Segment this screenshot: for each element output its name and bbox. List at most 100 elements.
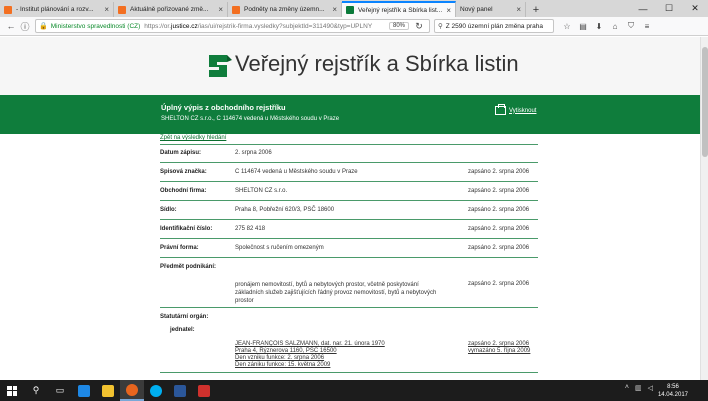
tab-aktualne[interactable]: Aktuálně pořizované změ... × xyxy=(114,2,228,17)
window-controls: — ☐ ✕ xyxy=(630,0,708,17)
page-content: Veřejný rejstřík a Sbírka listin Úplný v… xyxy=(0,37,700,380)
zoom-indicator[interactable]: 80% xyxy=(388,22,409,30)
orange-page-icon xyxy=(118,5,126,14)
close-tab-icon[interactable]: × xyxy=(104,5,109,14)
tab-verejny-rejstrik[interactable]: Veřejný rejstřík a Sbírka list... × xyxy=(342,1,456,17)
taskbar-clock[interactable]: 8:56 14.04.2017 xyxy=(658,383,688,399)
divider xyxy=(160,181,538,182)
row-label: Předmět podnikání: xyxy=(160,264,217,270)
minimize-icon[interactable]: — xyxy=(630,0,656,17)
justice-logo-icon xyxy=(346,6,354,14)
maximize-icon[interactable]: ☐ xyxy=(656,0,682,17)
info-icon[interactable]: ⓘ xyxy=(18,19,32,33)
scrollbar-thumb[interactable] xyxy=(702,47,708,157)
lock-icon: 🔒 xyxy=(39,23,48,30)
extract-title-bar: Úplný výpis z obchodního rejstříku SHELT… xyxy=(0,95,700,134)
reload-icon[interactable]: ↻ xyxy=(412,19,426,33)
predmet-line: prostor xyxy=(235,298,254,304)
print-button[interactable]: Vytisknout xyxy=(495,104,537,115)
back-icon[interactable]: ← xyxy=(4,19,18,33)
chevron-up-icon[interactable]: ˄ xyxy=(625,384,629,392)
row-stamp: zapsáno 2. srpna 2006 xyxy=(468,341,530,347)
divider xyxy=(160,219,538,220)
tab-ipr[interactable]: - Institut plánování a rozv... × xyxy=(0,2,114,17)
system-tray: ˄ ▥ ◁ xyxy=(619,384,653,392)
row-value: C 114674 vedená u Městského soudu v Praz… xyxy=(235,169,358,175)
file-explorer-icon[interactable] xyxy=(96,380,120,401)
firefox-icon[interactable] xyxy=(120,380,144,401)
jednatel-line: JEAN-FRANÇOIS SALZMANN, dat. nar. 21. ún… xyxy=(235,341,385,347)
print-label: Vytisknout xyxy=(509,107,537,114)
row-stamp: zapsáno 2. srpna 2006 xyxy=(468,245,530,251)
close-tab-icon[interactable]: × xyxy=(446,6,451,15)
tab-title: Podněty na změny územn... xyxy=(244,6,325,13)
clock-date: 14.04.2017 xyxy=(657,392,688,398)
start-button[interactable] xyxy=(0,380,24,401)
skype-icon[interactable] xyxy=(144,380,168,401)
new-tab-button[interactable]: + xyxy=(526,2,546,17)
divider xyxy=(160,238,538,239)
tab-title: Nový panel xyxy=(460,6,493,13)
row-value: Společnost s ručením omezeným xyxy=(235,245,324,251)
pocket-icon[interactable]: ⛉ xyxy=(624,19,638,33)
edge-icon[interactable] xyxy=(72,380,96,401)
back-to-results-link[interactable]: Zpět na výsledky hledání xyxy=(160,135,226,141)
row-label: Právní forma: xyxy=(160,245,199,251)
windows-taskbar: ⚲ ▭ ˄ ▥ ◁ 8:56 14.04.2017 xyxy=(0,380,708,401)
row-label: Identifikační číslo: xyxy=(160,226,213,232)
predmet-line: základních služeb zajišťujících řádný pr… xyxy=(235,290,437,296)
justice-logo-icon xyxy=(209,55,232,77)
row-value: SHELTON CZ s.r.o. xyxy=(235,188,288,194)
acrobat-icon[interactable] xyxy=(192,380,216,401)
tab-title: Aktuálně pořizované změ... xyxy=(130,6,209,13)
row-stamp: vymazáno 5. října 2009 xyxy=(468,348,531,354)
row-label: Obchodní firma: xyxy=(160,188,207,194)
close-tab-icon[interactable]: × xyxy=(218,5,223,14)
menu-icon[interactable]: ≡ xyxy=(640,19,654,33)
search-input[interactable]: ⚲ Z 2590 územní plán změna praha xyxy=(434,19,554,33)
tab-title: - Institut plánování a rozv... xyxy=(16,6,94,13)
tab-bar: - Institut plánování a rozv... × Aktuáln… xyxy=(0,0,708,17)
row-label: Statutární orgán: xyxy=(160,314,209,320)
row-value: 275 82 418 xyxy=(235,226,266,232)
jednatel-line: Praha 4, Rýznerova 1160, PSČ 16500 xyxy=(235,348,337,354)
volume-icon[interactable]: ◁ xyxy=(648,384,653,392)
divider xyxy=(160,372,538,373)
jednatel-line: Den vzniku funkce: 2. srpna 2006 xyxy=(235,355,325,361)
search-icon[interactable]: ⚲ xyxy=(24,380,48,401)
jednatel-line: Den zániku funkce: 15. května 2009 xyxy=(235,362,331,368)
jednatel-stamps: zapsáno 2. srpna 2006 vymazáno 5. října … xyxy=(468,341,530,355)
network-icon[interactable]: ▥ xyxy=(635,384,642,392)
search-icon: ⚲ xyxy=(438,23,443,30)
download-icon[interactable]: ⬇ xyxy=(592,19,606,33)
close-window-icon[interactable]: ✕ xyxy=(682,0,708,17)
bookmark-star-icon[interactable]: ☆ xyxy=(560,19,574,33)
divider xyxy=(160,307,538,308)
printer-icon xyxy=(495,104,506,115)
reading-list-icon[interactable]: ▤ xyxy=(576,19,590,33)
close-tab-icon[interactable]: × xyxy=(516,5,521,14)
extract-title: Úplný výpis z obchodního rejstříku xyxy=(161,103,286,112)
divider xyxy=(160,144,538,145)
row-stamp: zapsáno 2. srpna 2006 xyxy=(468,188,530,194)
row-stamp: zapsáno 2. srpna 2006 xyxy=(468,226,530,232)
address-bar[interactable]: 🔒 Ministerstvo spravedlnosti (CZ) https:… xyxy=(35,19,430,33)
word-icon[interactable] xyxy=(168,380,192,401)
tab-new-panel[interactable]: Nový panel × xyxy=(456,2,526,17)
tab-podnety[interactable]: Podněty na změny územn... × xyxy=(228,2,342,17)
page-scrollbar[interactable] xyxy=(700,37,708,380)
extract-subtitle: SHELTON CZ s.r.o., C 114674 vedená u Měs… xyxy=(161,116,340,122)
home-icon[interactable]: ⌂ xyxy=(608,19,622,33)
divider xyxy=(160,257,538,258)
tab-title: Veřejný rejstřík a Sbírka list... xyxy=(358,6,443,14)
site-brand-title: Veřejný rejstřík a Sbírka listin xyxy=(235,51,519,76)
divider xyxy=(160,200,538,201)
row-stamp: zapsáno 2. srpna 2006 xyxy=(468,207,530,213)
site-identity: Ministerstvo spravedlnosti (CZ) xyxy=(50,22,141,30)
row-label: Sídlo: xyxy=(160,207,177,213)
jednatel-text: JEAN-FRANÇOIS SALZMANN, dat. nar. 21. ún… xyxy=(235,341,385,369)
navigation-bar: ← ⓘ 🔒 Ministerstvo spravedlnosti (CZ) ht… xyxy=(0,17,708,36)
close-tab-icon[interactable]: × xyxy=(332,5,337,14)
task-view-icon[interactable]: ▭ xyxy=(48,380,72,401)
orange-page-icon xyxy=(4,5,12,14)
